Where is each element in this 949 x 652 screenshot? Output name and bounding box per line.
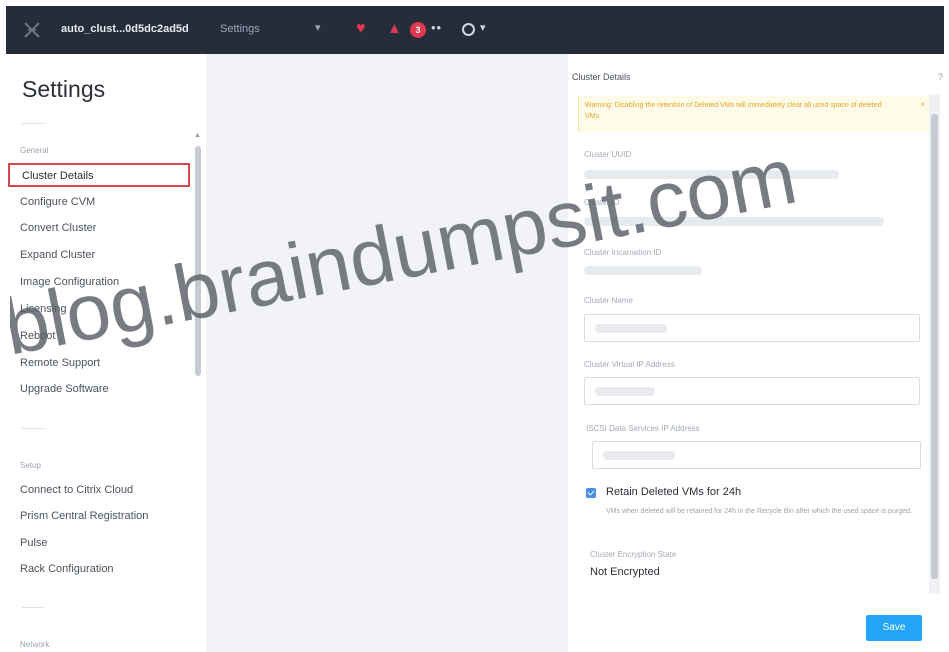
chevron-down-icon[interactable]: ▾ xyxy=(480,21,486,34)
encryption-state-label: Cluster Encryption State xyxy=(590,550,677,559)
cluster-name-label: Cluster Name xyxy=(584,296,633,305)
sidebar-item-licensing[interactable]: Licensing xyxy=(20,299,66,319)
cluster-name[interactable]: auto_clust...0d5dc2ad5d xyxy=(61,23,189,35)
divider xyxy=(22,428,44,429)
sidebar-item-cluster-details[interactable]: Cluster Details xyxy=(8,163,190,187)
sidebar-item-expand-cluster[interactable]: Expand Cluster xyxy=(20,245,95,265)
sidebar-item-pulse[interactable]: Pulse xyxy=(20,533,48,553)
sidebar-item-connect-citrix-cloud[interactable]: Connect to Citrix Cloud xyxy=(20,480,133,500)
close-icon[interactable]: × xyxy=(920,100,925,109)
iscsi-data-services-ip-input[interactable] xyxy=(592,441,921,469)
section-selector[interactable]: Settings xyxy=(220,23,260,35)
retain-deleted-vms-help: VMs when deleted will be retained for 24… xyxy=(606,508,912,515)
cluster-virtual-ip-input[interactable] xyxy=(584,377,920,405)
cluster-id-label: Cluster ID xyxy=(584,198,620,207)
sidebar-item-upgrade-software[interactable]: Upgrade Software xyxy=(20,379,109,399)
page-title: Settings xyxy=(22,76,106,102)
settings-sidebar: Settings General Cluster Details Configu… xyxy=(6,54,206,652)
sidebar-item-image-configuration[interactable]: Image Configuration xyxy=(20,272,119,292)
cluster-details-panel: Cluster Details ? Warning: Disabling the… xyxy=(568,54,949,652)
section-heading-general: General xyxy=(20,146,49,155)
top-navigation-bar: auto_clust...0d5dc2ad5d Settings ▾ ♥ ▲ 3… xyxy=(6,6,944,54)
section-heading-setup: Setup xyxy=(20,461,41,470)
iscsi-data-services-ip-label: ISCSI Data Services IP Address xyxy=(586,424,700,433)
scroll-up-icon[interactable]: ▲ xyxy=(194,132,201,139)
cluster-incarnation-id-label: Cluster Incarnation ID xyxy=(584,248,662,257)
divider xyxy=(22,607,44,608)
cluster-uuid-label: Cluster UUID xyxy=(584,150,632,159)
sidebar-scrollbar[interactable] xyxy=(195,146,201,376)
main-content-area xyxy=(206,54,568,652)
section-heading-network: Network xyxy=(20,640,50,649)
sidebar-item-rack-configuration[interactable]: Rack Configuration xyxy=(20,559,114,579)
more-dots-icon[interactable]: •• xyxy=(431,20,442,35)
cluster-incarnation-id-value xyxy=(584,266,702,275)
alert-count-badge[interactable]: 3 xyxy=(410,22,426,38)
warning-text: Warning: Disabling the retention of Dele… xyxy=(585,102,882,120)
sidebar-item-prism-central-registration[interactable]: Prism Central Registration xyxy=(20,506,148,526)
sidebar-item-configure-cvm[interactable]: Configure CVM xyxy=(20,192,95,212)
sidebar-item-remote-support[interactable]: Remote Support xyxy=(20,353,100,373)
encryption-state-value: Not Encrypted xyxy=(590,566,660,578)
warning-banner: Warning: Disabling the retention of Dele… xyxy=(578,96,933,132)
divider xyxy=(22,123,44,124)
sidebar-item-reboot[interactable]: Reboot xyxy=(20,326,55,346)
chevron-down-icon[interactable]: ▾ xyxy=(315,21,321,34)
heart-icon[interactable]: ♥ xyxy=(356,20,366,38)
panel-scrollbar[interactable] xyxy=(931,114,938,579)
nutanix-logo-icon[interactable] xyxy=(22,20,42,40)
cluster-virtual-ip-label: Cluster Virtual IP Address xyxy=(584,360,675,369)
cluster-name-input[interactable] xyxy=(584,314,920,342)
cluster-id-value xyxy=(584,217,884,226)
panel-title: Cluster Details xyxy=(572,72,631,82)
sidebar-item-convert-cluster[interactable]: Convert Cluster xyxy=(20,218,96,238)
bell-icon[interactable]: ▲ xyxy=(387,20,402,37)
save-button[interactable]: Save xyxy=(866,615,922,641)
settings-circle-icon[interactable] xyxy=(462,23,475,36)
retain-deleted-vms-label[interactable]: Retain Deleted VMs for 24h xyxy=(606,486,741,498)
help-icon[interactable]: ? xyxy=(938,72,943,82)
cluster-uuid-value xyxy=(584,170,839,179)
retain-deleted-vms-checkbox[interactable] xyxy=(586,488,596,498)
